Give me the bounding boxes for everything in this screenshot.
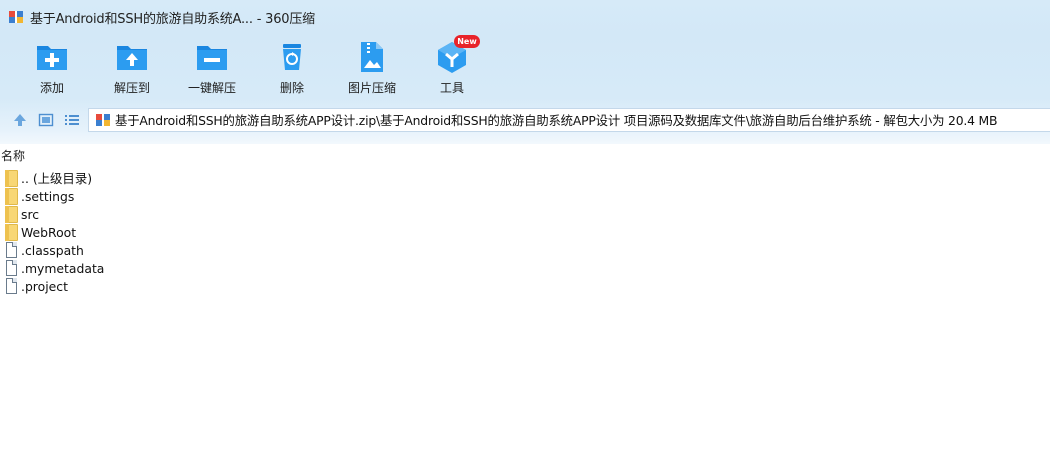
extract-to-icon [115,40,149,74]
list-item-name: src [21,206,40,222]
extract-to-button-label: 解压到 [113,81,150,95]
zip-archive-icon [8,9,24,25]
one-click-extract-button-label: 一键解压 [187,81,236,95]
thumbnail-view-icon[interactable] [38,112,54,128]
add-button[interactable]: 添加 [12,40,92,96]
one-click-extract-icon [195,40,229,74]
folder-icon [4,187,20,205]
address-bar: 基于Android和SSH的旅游自助系统APP设计.zip\基于Android和… [0,98,1050,144]
folder-icon [4,205,20,223]
list-item[interactable]: .mymetadata [0,259,300,277]
list-item[interactable]: .classpath [0,241,300,259]
path-text: 基于Android和SSH的旅游自助系统APP设计.zip\基于Android和… [115,113,998,128]
list-item[interactable]: .. (上级目录) [0,169,300,187]
folder-icon [4,169,20,187]
column-header-name[interactable]: 名称 [0,147,1050,165]
list-item-name: .project [21,278,68,294]
list-item[interactable]: src [0,205,300,223]
tools-button-label: 工具 [439,81,464,95]
delete-bin-icon [275,40,309,74]
image-compress-icon [355,40,389,74]
list-item-name: .mymetadata [21,260,105,276]
list-item-name: WebRoot [21,224,77,240]
folder-icon [4,223,20,241]
window-title: 基于Android和SSH的旅游自助系统A... - 360压缩 [30,11,315,27]
list-item[interactable]: .project [0,277,300,295]
file-icon [4,277,20,295]
image-compress-button-label: 图片压缩 [347,81,396,95]
list-item-name: .. (上级目录) [21,171,93,186]
tools-cube-icon: New [435,35,480,74]
tools-button[interactable]: New 工具 [412,35,492,96]
main-toolbar: 添加 解压到 一键解压 删除 图片压缩 New 工具 [0,34,1050,98]
image-compress-button[interactable]: 图片压缩 [332,40,412,96]
path-field[interactable]: 基于Android和SSH的旅游自助系统APP设计.zip\基于Android和… [88,108,1050,132]
up-arrow-icon[interactable] [12,112,28,128]
list-item-name: .classpath [21,242,84,258]
one-click-extract-button[interactable]: 一键解压 [172,40,252,96]
new-badge: New [454,35,480,48]
delete-button-label: 删除 [279,81,304,95]
file-icon [4,259,20,277]
list-item[interactable]: .settings [0,187,300,205]
extract-to-button[interactable]: 解压到 [92,40,172,96]
title-bar: 基于Android和SSH的旅游自助系统A... - 360压缩 [0,0,1050,34]
file-list: 名称 .. (上级目录) .settings src WebRoot .clas… [0,144,1050,468]
zip-archive-icon [95,112,111,128]
add-folder-icon [35,40,69,74]
list-item-name: .settings [21,188,75,204]
list-view-icon[interactable] [64,112,80,128]
file-icon [4,241,20,259]
list-item[interactable]: WebRoot [0,223,300,241]
delete-button[interactable]: 删除 [252,40,332,96]
add-button-label: 添加 [39,81,64,95]
